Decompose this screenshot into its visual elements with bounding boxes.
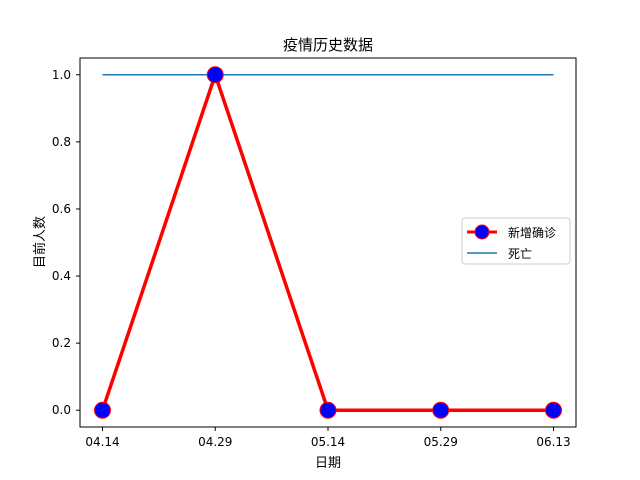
x-axis-label: 日期 <box>315 456 341 471</box>
legend: 新增确诊 死亡 <box>461 217 571 265</box>
x-tick-label: 05.29 <box>424 435 458 449</box>
y-axis: 0.0 0.2 0.4 0.6 0.8 1.0 <box>52 68 80 417</box>
data-point-new-cases <box>319 401 337 419</box>
data-point-new-cases <box>206 66 224 84</box>
y-tick-label: 0.6 <box>52 202 71 216</box>
data-point-new-cases <box>545 401 562 419</box>
data-point-new-cases <box>432 401 450 419</box>
y-tick-label: 1.0 <box>52 68 71 82</box>
x-axis: 04.14 04.29 05.14 05.29 06.13 <box>85 427 571 449</box>
y-tick-label: 0.4 <box>52 269 71 283</box>
y-tick-label: 0.8 <box>52 135 71 149</box>
x-tick-label: 06.13 <box>536 435 570 449</box>
x-tick-label: 04.29 <box>198 435 232 449</box>
x-tick-label: 05.14 <box>311 435 345 449</box>
legend-marker-new-cases <box>474 224 490 240</box>
legend-label-deaths: 死亡 <box>508 247 532 261</box>
y-tick-label: 0.0 <box>52 403 71 417</box>
legend-label-new-cases: 新增确诊 <box>508 225 556 240</box>
chart-title: 疫情历史数据 <box>283 36 373 54</box>
x-tick-label: 04.14 <box>85 435 119 449</box>
y-tick-label: 0.2 <box>52 336 71 350</box>
data-point-new-cases <box>94 401 111 419</box>
y-axis-label: 目前人数 <box>32 216 48 268</box>
line-chart: 疫情历史数据 04.14 04.29 05.14 05.29 06.13 0.00.20… <box>32 36 577 471</box>
